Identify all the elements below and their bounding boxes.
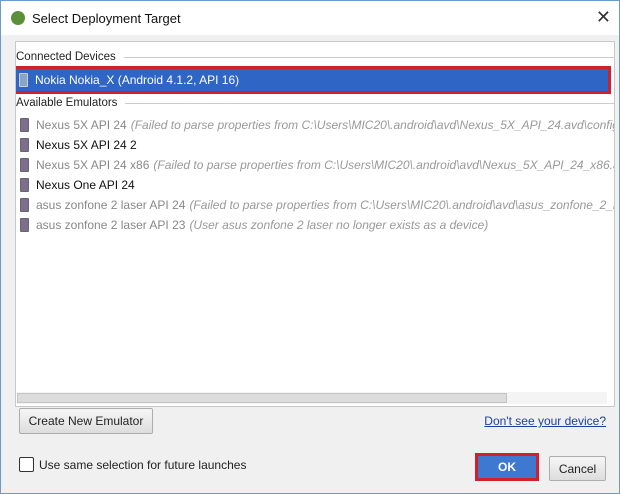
phone-icon — [20, 118, 29, 132]
emulator-note: (Failed to parse properties from C:\User… — [189, 198, 615, 212]
device-name: Nokia Nokia_X (Android 4.1.2, API 16) — [35, 73, 240, 87]
emulator-name: Nexus 5X API 24 x86 — [36, 158, 150, 172]
emulator-note: (User asus zonfone 2 laser no longer exi… — [189, 218, 489, 232]
create-new-emulator-button[interactable]: Create New Emulator — [19, 408, 153, 434]
android-studio-icon — [11, 11, 25, 25]
phone-icon — [20, 138, 29, 152]
emulator-note: (Failed to parse properties from C:\User… — [153, 158, 614, 172]
emulator-note: (Failed to parse properties from C:\User… — [130, 118, 615, 132]
device-list: Connected Devices Nokia Nokia_X (Android… — [15, 41, 615, 407]
emulator-row[interactable]: asus zonfone 2 laser API 23 (User asus zo… — [20, 215, 614, 235]
emulator-row[interactable]: asus zonfone 2 laser API 24 (Failed to pa… — [20, 195, 615, 215]
emulator-row[interactable]: Nexus One API 24 — [20, 175, 614, 195]
scrollbar-thumb[interactable] — [17, 393, 507, 403]
same-selection-checkbox[interactable] — [19, 457, 34, 472]
emulator-name: Nexus 5X API 24 2 — [36, 138, 137, 152]
emulator-name: Nexus One API 24 — [36, 178, 135, 192]
section-label: Available Emulators — [16, 97, 118, 109]
ok-button[interactable]: OK — [475, 453, 539, 481]
phone-icon — [20, 158, 29, 172]
dont-see-device-link[interactable]: Don't see your device? — [484, 414, 606, 428]
cancel-button[interactable]: Cancel — [549, 456, 606, 481]
title-bar: Select Deployment Target ✕ — [1, 1, 619, 35]
emulator-name: asus zonfone 2 laser API 23 — [36, 218, 186, 232]
horizontal-scrollbar[interactable] — [17, 392, 607, 404]
phone-icon — [20, 218, 29, 232]
phone-icon — [20, 198, 29, 212]
phone-icon — [20, 178, 29, 192]
emulator-name: Nexus 5X API 24 — [36, 118, 127, 132]
connected-devices-header: Connected Devices — [16, 51, 614, 63]
section-label: Connected Devices — [16, 51, 116, 63]
emulator-row[interactable]: Nexus 5X API 24 x86 (Failed to parse prop… — [20, 155, 614, 175]
window-title: Select Deployment Target — [32, 10, 181, 26]
same-selection-label[interactable]: Use same selection for future launches — [39, 458, 246, 472]
available-emulators-header: Available Emulators — [16, 97, 614, 109]
close-icon[interactable]: ✕ — [596, 7, 611, 28]
emulator-name: asus zonfone 2 laser API 24 — [36, 198, 186, 212]
emulator-row[interactable]: Nexus 5X API 24 (Failed to parse properti… — [20, 115, 615, 135]
phone-icon — [19, 73, 28, 87]
emulator-row[interactable]: Nexus 5X API 24 2 — [20, 135, 614, 155]
device-row-selected[interactable]: Nokia Nokia_X (Android 4.1.2, API 16) — [16, 66, 611, 94]
